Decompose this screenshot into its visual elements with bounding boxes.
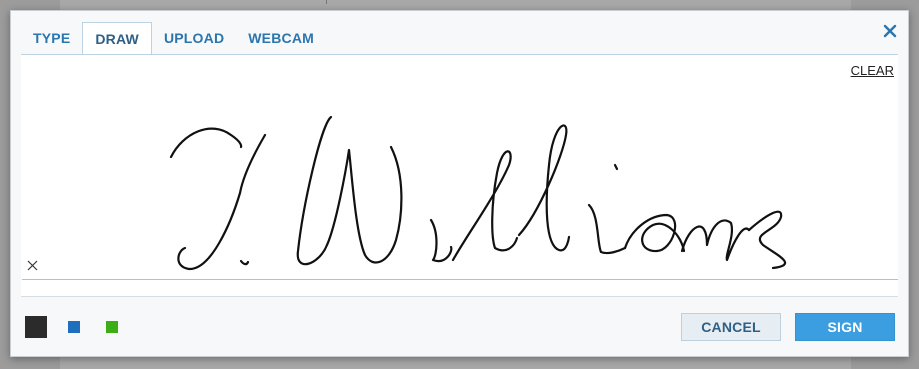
signature-dialog: TYPE DRAW UPLOAD WEBCAM CLEAR CANCEL SIG… <box>10 10 909 357</box>
tab-webcam[interactable]: WEBCAM <box>236 22 326 54</box>
sign-button[interactable]: SIGN <box>795 313 895 341</box>
signature-drawing <box>169 115 787 271</box>
color-swatch-green[interactable] <box>106 321 118 333</box>
signature-canvas[interactable]: CLEAR <box>21 54 898 297</box>
cancel-button[interactable]: CANCEL <box>681 313 781 341</box>
tab-type[interactable]: TYPE <box>21 22 82 54</box>
close-button[interactable] <box>882 23 898 39</box>
x-mark-icon <box>27 260 38 271</box>
signature-method-tabs: TYPE DRAW UPLOAD WEBCAM <box>21 22 326 55</box>
color-swatch-black[interactable] <box>25 316 47 338</box>
tab-upload[interactable]: UPLOAD <box>152 22 236 54</box>
background-mark <box>326 0 327 4</box>
color-swatch-blue[interactable] <box>68 321 80 333</box>
tab-draw[interactable]: DRAW <box>82 22 152 55</box>
close-icon <box>883 24 897 38</box>
clear-button[interactable]: CLEAR <box>851 63 894 78</box>
signature-baseline <box>22 279 898 280</box>
